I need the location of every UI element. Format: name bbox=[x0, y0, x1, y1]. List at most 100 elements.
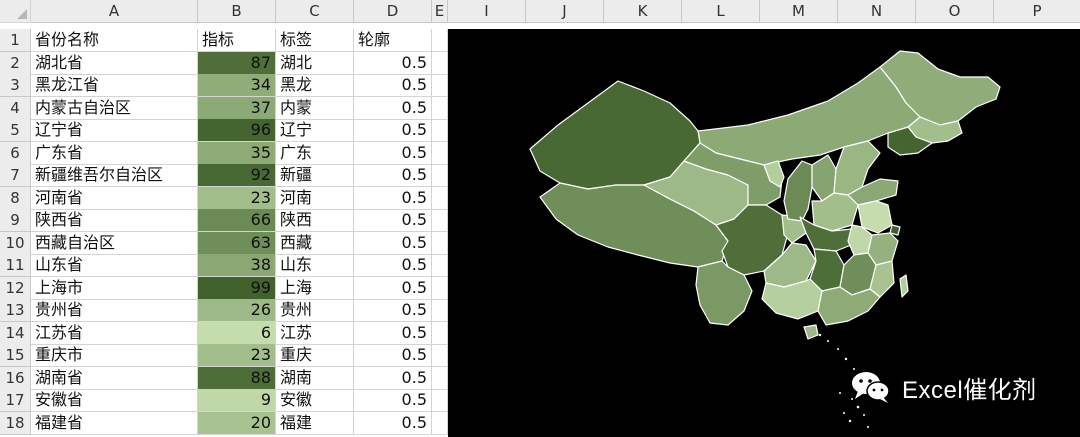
empty-cell[interactable] bbox=[432, 141, 448, 165]
cell-indicator[interactable]: 34 bbox=[198, 74, 276, 97]
cell-outline[interactable]: 0.5 bbox=[354, 186, 432, 210]
cell-label[interactable]: 湖南 bbox=[276, 366, 354, 390]
cell-indicator[interactable]: 87 bbox=[198, 51, 276, 75]
empty-cell[interactable] bbox=[432, 209, 448, 232]
cell-province-name[interactable]: 辽宁省 bbox=[31, 119, 198, 142]
column-header-k[interactable]: K bbox=[604, 0, 682, 23]
empty-cell[interactable] bbox=[432, 119, 448, 142]
row-number[interactable]: 10 bbox=[0, 231, 31, 255]
row-number[interactable]: 16 bbox=[0, 366, 31, 390]
cell-label[interactable]: 江苏 bbox=[276, 321, 354, 345]
cell-label[interactable]: 广东 bbox=[276, 141, 354, 165]
column-header-b[interactable]: B bbox=[198, 0, 276, 23]
row-number[interactable]: 15 bbox=[0, 344, 31, 367]
column-header-a[interactable]: A bbox=[31, 0, 198, 23]
row-number[interactable]: 14 bbox=[0, 321, 31, 345]
cell-outline[interactable]: 0.5 bbox=[354, 164, 432, 187]
cell-label[interactable]: 黑龙 bbox=[276, 74, 354, 97]
row-number[interactable]: 2 bbox=[0, 51, 31, 75]
cell-outline[interactable]: 0.5 bbox=[354, 344, 432, 367]
row-number[interactable]: 6 bbox=[0, 141, 31, 165]
cell-label[interactable]: 辽宁 bbox=[276, 119, 354, 142]
column-header-e[interactable]: E bbox=[432, 0, 448, 23]
cell-province-name[interactable]: 福建省 bbox=[31, 411, 198, 435]
cell-outline[interactable]: 0.5 bbox=[354, 51, 432, 75]
cell-outline[interactable]: 0.5 bbox=[354, 366, 432, 390]
cell-outline[interactable]: 0.5 bbox=[354, 389, 432, 412]
empty-cell[interactable] bbox=[432, 344, 448, 367]
cell-outline[interactable]: 0.5 bbox=[354, 141, 432, 165]
empty-cell[interactable] bbox=[432, 231, 448, 255]
cell-label[interactable]: 河南 bbox=[276, 186, 354, 210]
cell-indicator[interactable]: 88 bbox=[198, 366, 276, 390]
cell-outline[interactable]: 0.5 bbox=[354, 299, 432, 322]
province-shaanxi[interactable] bbox=[783, 160, 813, 222]
cell-outline[interactable]: 0.5 bbox=[354, 254, 432, 277]
cell-indicator[interactable]: 23 bbox=[198, 344, 276, 367]
cell-province-name[interactable]: 重庆市 bbox=[31, 344, 198, 367]
cell-province-name[interactable]: 新疆维吾尔自治区 bbox=[31, 164, 198, 187]
province-shanghai[interactable] bbox=[889, 224, 901, 236]
column-header-o[interactable]: O bbox=[916, 0, 994, 23]
cell-indicator[interactable]: 92 bbox=[198, 164, 276, 187]
cell-outline[interactable]: 0.5 bbox=[354, 231, 432, 255]
select-all-corner[interactable] bbox=[0, 0, 31, 23]
province-guangdong[interactable] bbox=[817, 286, 881, 326]
empty-cell[interactable] bbox=[432, 321, 448, 345]
empty-cell[interactable] bbox=[432, 411, 448, 435]
cell-label[interactable]: 贵州 bbox=[276, 299, 354, 322]
empty-cell[interactable] bbox=[432, 51, 448, 75]
province-inner-mongolia[interactable] bbox=[697, 66, 921, 166]
cell-label[interactable]: 陕西 bbox=[276, 209, 354, 232]
cell-label[interactable]: 新疆 bbox=[276, 164, 354, 187]
cell-indicator[interactable]: 63 bbox=[198, 231, 276, 255]
cell-province-name[interactable]: 河南省 bbox=[31, 186, 198, 210]
cell-indicator[interactable]: 23 bbox=[198, 186, 276, 210]
row-number[interactable]: 11 bbox=[0, 254, 31, 277]
cell-province-name[interactable]: 上海市 bbox=[31, 276, 198, 300]
row-number[interactable]: 9 bbox=[0, 209, 31, 232]
cell-indicator[interactable]: 37 bbox=[198, 96, 276, 120]
row-number[interactable]: 13 bbox=[0, 299, 31, 322]
column-header-c[interactable]: C bbox=[276, 0, 354, 23]
cell-province-name[interactable]: 贵州省 bbox=[31, 299, 198, 322]
cell-outline[interactable]: 0.5 bbox=[354, 209, 432, 232]
column-header-n[interactable]: N bbox=[838, 0, 916, 23]
cell-province-name[interactable]: 黑龙江省 bbox=[31, 74, 198, 97]
row-number[interactable]: 5 bbox=[0, 119, 31, 142]
column-header-l[interactable]: L bbox=[682, 0, 760, 23]
cell-indicator[interactable]: 20 bbox=[198, 411, 276, 435]
cell-indicator[interactable]: 26 bbox=[198, 299, 276, 322]
cell-indicator[interactable]: 35 bbox=[198, 141, 276, 165]
header-indicator[interactable]: 指标 bbox=[198, 29, 276, 52]
row-number[interactable]: 17 bbox=[0, 389, 31, 412]
column-header-d[interactable]: D bbox=[354, 0, 432, 23]
cell-label[interactable]: 湖北 bbox=[276, 51, 354, 75]
province-henan[interactable] bbox=[811, 192, 859, 232]
cell-province-name[interactable]: 安徽省 bbox=[31, 389, 198, 412]
cell-province-name[interactable]: 湖北省 bbox=[31, 51, 198, 75]
header-province-name[interactable]: 省份名称 bbox=[31, 29, 198, 52]
column-header-j[interactable]: J bbox=[526, 0, 604, 23]
cell-label[interactable]: 西藏 bbox=[276, 231, 354, 255]
cell-indicator[interactable]: 66 bbox=[198, 209, 276, 232]
row-number[interactable]: 3 bbox=[0, 74, 31, 97]
cell-label[interactable]: 安徽 bbox=[276, 389, 354, 412]
cell-indicator[interactable]: 9 bbox=[198, 389, 276, 412]
cell-label[interactable]: 福建 bbox=[276, 411, 354, 435]
cell-province-name[interactable]: 广东省 bbox=[31, 141, 198, 165]
cell-outline[interactable]: 0.5 bbox=[354, 321, 432, 345]
column-header-p[interactable]: P bbox=[994, 0, 1080, 23]
cell-indicator[interactable]: 6 bbox=[198, 321, 276, 345]
header-outline[interactable]: 轮廓 bbox=[354, 29, 432, 52]
row-number[interactable]: 7 bbox=[0, 164, 31, 187]
row-number[interactable]: 12 bbox=[0, 276, 31, 300]
header-label[interactable]: 标签 bbox=[276, 29, 354, 52]
row-number[interactable]: 1 bbox=[0, 29, 31, 52]
cell-province-name[interactable]: 内蒙古自治区 bbox=[31, 96, 198, 120]
row-number[interactable]: 8 bbox=[0, 186, 31, 210]
empty-cell[interactable] bbox=[432, 389, 448, 412]
cell-outline[interactable]: 0.5 bbox=[354, 276, 432, 300]
cell-province-name[interactable]: 西藏自治区 bbox=[31, 231, 198, 255]
empty-cell[interactable] bbox=[432, 164, 448, 187]
